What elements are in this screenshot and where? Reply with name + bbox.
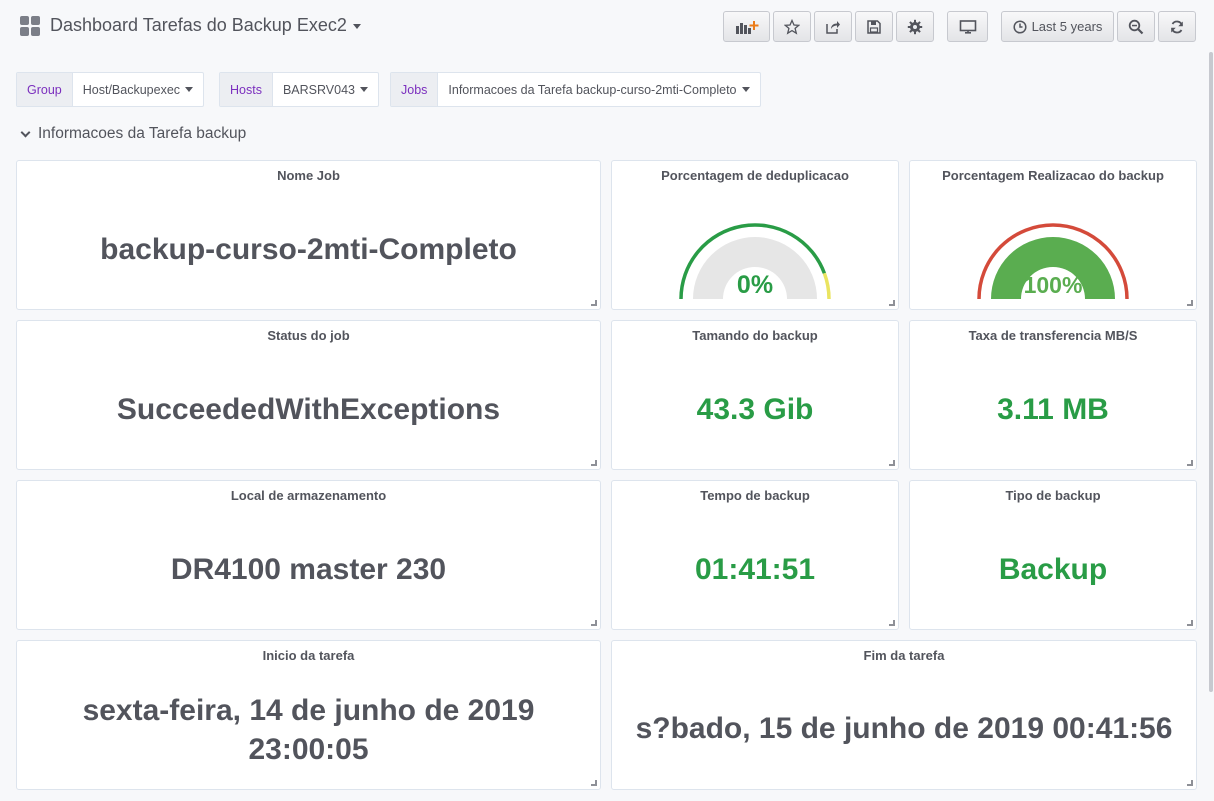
gauge-threshold-yellow: [822, 272, 831, 300]
star-icon: [784, 18, 800, 35]
save-button[interactable]: [855, 11, 893, 42]
caret-down-icon: [360, 87, 368, 92]
save-icon: [867, 19, 881, 34]
panel-title[interactable]: Taxa de transferencia MB/S: [910, 328, 1196, 343]
panel-value: DR4100 master 230: [170, 553, 447, 586]
clock-icon: [1013, 19, 1027, 34]
refresh-icon: [1171, 20, 1183, 33]
star-button[interactable]: [773, 11, 811, 42]
panel-fim-tarefa: Fim da tarefa s?bado, 15 de junho de 201…: [611, 640, 1197, 790]
variable-jobs: Jobs Informacoes da Tarefa backup-curso-…: [390, 72, 761, 107]
variable-hosts: Hosts BARSRV043: [219, 72, 379, 107]
panel-inicio-tarefa: Inicio da tarefa sexta-feira, 14 de junh…: [16, 640, 601, 790]
resize-handle[interactable]: [1187, 620, 1193, 626]
top-navbar: Dashboard Tarefas do Backup Exec2 Last 5…: [0, 0, 1214, 52]
panel-title[interactable]: Fim da tarefa: [612, 648, 1196, 663]
time-range-label: Last 5 years: [1031, 19, 1103, 34]
panel-tempo-backup: Tempo de backup 01:41:51: [611, 480, 899, 630]
variable-hosts-value: BARSRV043: [282, 82, 355, 97]
caret-down-icon: [352, 23, 361, 29]
variable-hosts-label: Hosts: [220, 73, 273, 106]
panel-taxa-transferencia: Taxa de transferencia MB/S 3.11 MB: [909, 320, 1197, 470]
share-button[interactable]: [814, 11, 852, 42]
resize-handle[interactable]: [889, 300, 895, 306]
resize-handle[interactable]: [1187, 300, 1193, 306]
resize-handle[interactable]: [1187, 780, 1193, 786]
panel-status-job: Status do job SucceededWithExceptions: [16, 320, 601, 470]
caret-down-icon: [185, 87, 194, 92]
panel-title[interactable]: Tempo de backup: [612, 488, 898, 503]
gauge-value: 100%: [1024, 272, 1083, 298]
dashboard-title-dropdown[interactable]: Dashboard Tarefas do Backup Exec2: [50, 15, 361, 36]
variable-jobs-label: Jobs: [391, 73, 439, 106]
resize-handle[interactable]: [591, 780, 597, 786]
panel-title[interactable]: Porcentagem de deduplicacao: [612, 168, 898, 183]
panel-title[interactable]: Porcentagem Realizacao do backup: [910, 168, 1196, 183]
variable-group: Group Host/Backupexec: [16, 72, 205, 107]
dedup-gauge: 0%: [679, 223, 831, 300]
panel-value: SucceededWithExceptions: [116, 393, 501, 426]
panel-tamanho-backup: Tamando do backup 43.3 Gib: [611, 320, 899, 470]
row-header[interactable]: Informacoes da Tarefa backup: [20, 125, 247, 143]
zoom-out-button[interactable]: [1117, 11, 1155, 42]
panel-value: 01:41:51: [694, 553, 816, 586]
panel-deduplicacao: Porcentagem de deduplicacao 0%: [611, 160, 899, 310]
row-title: Informacoes da Tarefa backup: [38, 125, 247, 142]
scrollbar-thumb[interactable]: [1209, 52, 1213, 692]
resize-handle[interactable]: [889, 620, 895, 626]
time-picker-button[interactable]: Last 5 years: [1001, 11, 1114, 42]
panel-realizacao: Porcentagem Realizacao do backup 100%: [909, 160, 1197, 310]
chevron-down-icon: [20, 127, 31, 137]
dashboard-title: Dashboard Tarefas do Backup Exec2: [50, 15, 347, 35]
panel-title[interactable]: Status do job: [17, 328, 600, 343]
variable-group-value: Host/Backupexec: [82, 82, 181, 97]
add-panel-button[interactable]: [723, 11, 770, 42]
gear-icon: [907, 19, 923, 34]
variable-group-label: Group: [17, 73, 73, 106]
resize-handle[interactable]: [591, 620, 597, 626]
variable-hosts-dropdown[interactable]: BARSRV043: [273, 73, 378, 106]
panel-title[interactable]: Nome Job: [17, 168, 600, 183]
resize-handle[interactable]: [591, 300, 597, 306]
panel-value: 3.11 MB: [997, 393, 1109, 426]
panel-title[interactable]: Tipo de backup: [910, 488, 1196, 503]
dashboard-grid-icon[interactable]: [20, 16, 40, 36]
resize-handle[interactable]: [591, 460, 597, 466]
resize-handle[interactable]: [1187, 460, 1193, 466]
zoom-out-icon: [1128, 19, 1144, 34]
panel-local-armazenamento: Local de armazenamento DR4100 master 230: [16, 480, 601, 630]
refresh-button[interactable]: [1158, 11, 1196, 42]
variable-jobs-value: Informacoes da Tarefa backup-curso-2mti-…: [448, 82, 737, 97]
caret-down-icon: [741, 87, 750, 92]
variable-group-dropdown[interactable]: Host/Backupexec: [73, 73, 203, 106]
share-icon: [826, 20, 840, 34]
panel-title[interactable]: Local de armazenamento: [17, 488, 600, 503]
panel-tipo-backup: Tipo de backup Backup: [909, 480, 1197, 630]
variable-jobs-dropdown[interactable]: Informacoes da Tarefa backup-curso-2mti-…: [438, 73, 759, 106]
settings-button[interactable]: [896, 11, 934, 42]
panel-value: 43.3 Gib: [696, 393, 814, 426]
panel-value: backup-curso-2mti-Completo: [100, 233, 517, 266]
panel-title[interactable]: Inicio da tarefa: [17, 648, 600, 663]
add-panel-icon: [735, 20, 758, 34]
panel-title[interactable]: Tamando do backup: [612, 328, 898, 343]
panel-nome-job: Nome Job backup-curso-2mti-Completo: [16, 160, 601, 310]
monitor-icon: [959, 19, 976, 34]
panel-value: s?bado, 15 de junho de 2019 00:41:56: [635, 712, 1173, 745]
gauge-value: 0%: [737, 271, 773, 299]
tv-mode-button[interactable]: [947, 11, 988, 42]
realizacao-gauge: 100%: [977, 223, 1129, 300]
panel-value: Backup: [998, 553, 1108, 586]
resize-handle[interactable]: [889, 460, 895, 466]
panel-value: sexta-feira, 14 de junho de 2019 23:00:0…: [82, 694, 535, 766]
